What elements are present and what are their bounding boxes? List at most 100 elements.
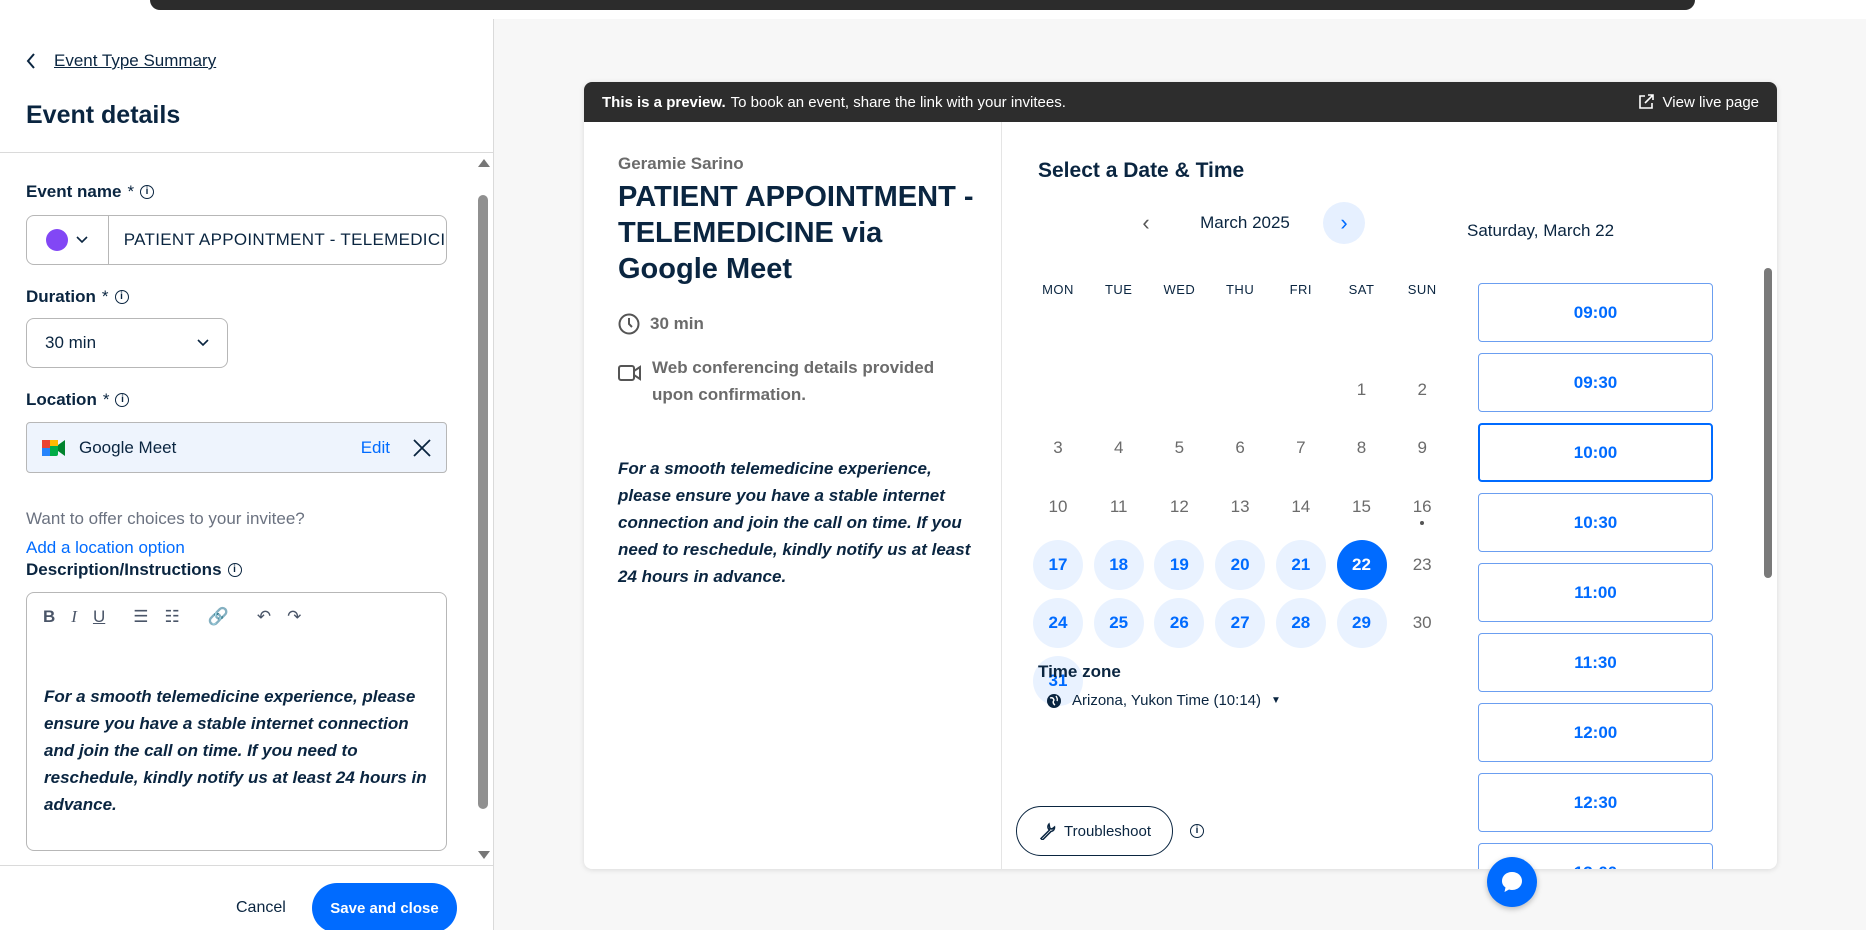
weekday-header: WED — [1163, 282, 1196, 297]
duration-value: 30 min — [45, 333, 97, 352]
calendar-day: 7 — [1296, 438, 1306, 457]
calendar-day: 30 — [1412, 613, 1432, 632]
time-slot-button[interactable]: 09:30 — [1478, 353, 1713, 412]
time-slot-button[interactable]: 11:00 — [1478, 563, 1713, 622]
calendar-day[interactable]: 25 — [1093, 598, 1144, 648]
calendar-day: 3 — [1053, 438, 1063, 457]
info-icon[interactable]: i — [227, 563, 242, 577]
chevron-left-icon — [26, 53, 35, 69]
chat-bubble-icon — [1502, 872, 1522, 892]
caret-down-icon: ▼ — [1271, 695, 1281, 706]
color-dot — [46, 229, 69, 251]
chevron-right-icon[interactable]: › — [1323, 202, 1365, 244]
back-link[interactable]: Event Type Summary — [26, 51, 216, 71]
month-navigation: ‹ March 2025 › — [1125, 202, 1365, 244]
time-slot-button[interactable]: 12:30 — [1478, 773, 1713, 832]
calendar-day: 15 — [1352, 497, 1371, 516]
description-text[interactable]: For a smooth telemedicine experience, pl… — [44, 683, 439, 818]
scroll-up-icon[interactable] — [478, 159, 490, 167]
column-divider — [1001, 122, 1002, 869]
panel-title: Event details — [26, 101, 181, 129]
cancel-button[interactable]: Cancel — [236, 899, 286, 917]
calendar-day[interactable]: 18 — [1093, 540, 1144, 590]
description-editor[interactable]: B I U ☰ ☷ 🔗 ↶ ↷ For a smooth telemedicin… — [26, 592, 447, 851]
calendar-day[interactable]: 17 — [1033, 540, 1083, 590]
italic-icon[interactable]: I — [71, 607, 77, 627]
banner-text: To book an event, share the link with yo… — [730, 93, 1066, 111]
duration-label: Duration * i — [26, 287, 129, 307]
event-name-field: PATIENT APPOINTMENT - TELEMEDICINE via G… — [26, 215, 447, 265]
timezone-label: Time zone — [1038, 662, 1121, 681]
required-mark: * — [101, 287, 109, 306]
event-name-label-text: Event name — [26, 182, 122, 201]
timezone-value: Arizona, Yukon Time (10:14) — [1072, 692, 1261, 709]
bullet-list-icon[interactable]: ☰ — [133, 607, 148, 627]
view-live-page-label: View live page — [1662, 93, 1759, 111]
time-slot-button[interactable]: 11:30 — [1478, 633, 1713, 692]
scrollbar-thumb[interactable] — [478, 195, 488, 809]
calendar-day: 14 — [1291, 497, 1311, 516]
weekday-header: TUE — [1104, 282, 1133, 297]
view-live-page-link[interactable]: View live page — [1637, 93, 1759, 111]
time-slot-button[interactable]: 12:00 — [1478, 703, 1713, 762]
info-icon[interactable]: i — [114, 290, 129, 304]
calendar-day[interactable]: 22 — [1336, 540, 1387, 590]
calendar-day[interactable]: 28 — [1275, 598, 1326, 648]
panel-scrollbar[interactable] — [476, 159, 490, 859]
slots-scrollbar[interactable] — [1764, 268, 1772, 578]
description-label-text: Description/Instructions — [26, 560, 222, 579]
chevron-down-icon — [197, 339, 209, 347]
back-link-label: Event Type Summary — [54, 51, 217, 70]
edit-location-button[interactable]: Edit — [361, 438, 390, 458]
timezone-select[interactable]: Arizona, Yukon Time (10:14) ▼ — [1046, 692, 1281, 709]
google-meet-icon — [42, 439, 65, 456]
chat-button[interactable] — [1487, 857, 1537, 907]
external-link-icon — [1638, 94, 1654, 109]
numbered-list-icon[interactable]: ☷ — [164, 607, 179, 627]
event-name-label: Event name * i — [26, 182, 155, 202]
info-icon[interactable]: i — [115, 393, 130, 407]
event-name-input[interactable]: PATIENT APPOINTMENT - TELEMEDICINE via G… — [109, 216, 446, 264]
conferencing-info: Web conferencing details provided upon c… — [618, 354, 958, 408]
close-icon[interactable] — [412, 438, 432, 458]
duration-select[interactable]: 30 min — [26, 318, 228, 368]
scroll-down-icon[interactable] — [478, 851, 490, 859]
preview-banner: This is a preview. To book an event, sha… — [584, 82, 1777, 122]
undo-icon[interactable]: ↶ — [257, 607, 271, 627]
calendar-day[interactable]: 19 — [1154, 540, 1205, 590]
calendar-day[interactable]: 21 — [1275, 540, 1326, 590]
location-label: Location * i — [26, 390, 130, 410]
conferencing-text: Web conferencing details provided upon c… — [652, 358, 935, 404]
time-slot-button[interactable]: 09:00 — [1478, 283, 1713, 342]
weekday-header: SUN — [1407, 282, 1437, 297]
calendar-day[interactable]: 29 — [1336, 598, 1387, 648]
chevron-left-icon[interactable]: ‹ — [1125, 210, 1167, 236]
time-slot-list: 09:00 09:30 10:00 10:30 11:00 11:30 12:00 12:30… — [1478, 283, 1714, 869]
calendar-day: 1 — [1356, 380, 1367, 399]
underline-icon[interactable]: U — [93, 607, 105, 627]
troubleshoot-button[interactable]: Troubleshoot — [1016, 806, 1173, 856]
footer-divider — [0, 865, 494, 866]
calendar-day: 5 — [1174, 438, 1185, 457]
calendar-day[interactable]: 20 — [1215, 540, 1266, 590]
duration-text: 30 min — [650, 314, 704, 333]
event-settings-panel: Event Type Summary Event details Event n… — [0, 19, 494, 930]
bold-icon[interactable]: B — [43, 607, 55, 627]
info-icon[interactable]: i — [140, 185, 155, 199]
link-icon[interactable]: 🔗 — [208, 607, 229, 627]
info-icon[interactable]: i — [1190, 824, 1204, 838]
calendar-day[interactable]: 27 — [1215, 598, 1266, 648]
add-location-link[interactable]: Add a location option — [26, 538, 185, 558]
save-and-close-button[interactable]: Save and close — [312, 883, 457, 930]
weekday-header: MON — [1042, 282, 1074, 297]
clock-icon — [618, 313, 640, 335]
redo-icon[interactable]: ↷ — [287, 607, 301, 627]
month-label: March 2025 — [1200, 213, 1290, 232]
calendar-day[interactable]: 24 — [1033, 598, 1083, 648]
location-hint: Want to offer choices to your invitee? — [26, 509, 305, 528]
time-slot-button[interactable]: 10:00 — [1478, 423, 1713, 482]
description-label: Description/Instructions i — [26, 560, 242, 580]
time-slot-button[interactable]: 10:30 — [1478, 493, 1713, 552]
calendar-day[interactable]: 26 — [1154, 598, 1205, 648]
color-picker[interactable] — [27, 216, 109, 264]
